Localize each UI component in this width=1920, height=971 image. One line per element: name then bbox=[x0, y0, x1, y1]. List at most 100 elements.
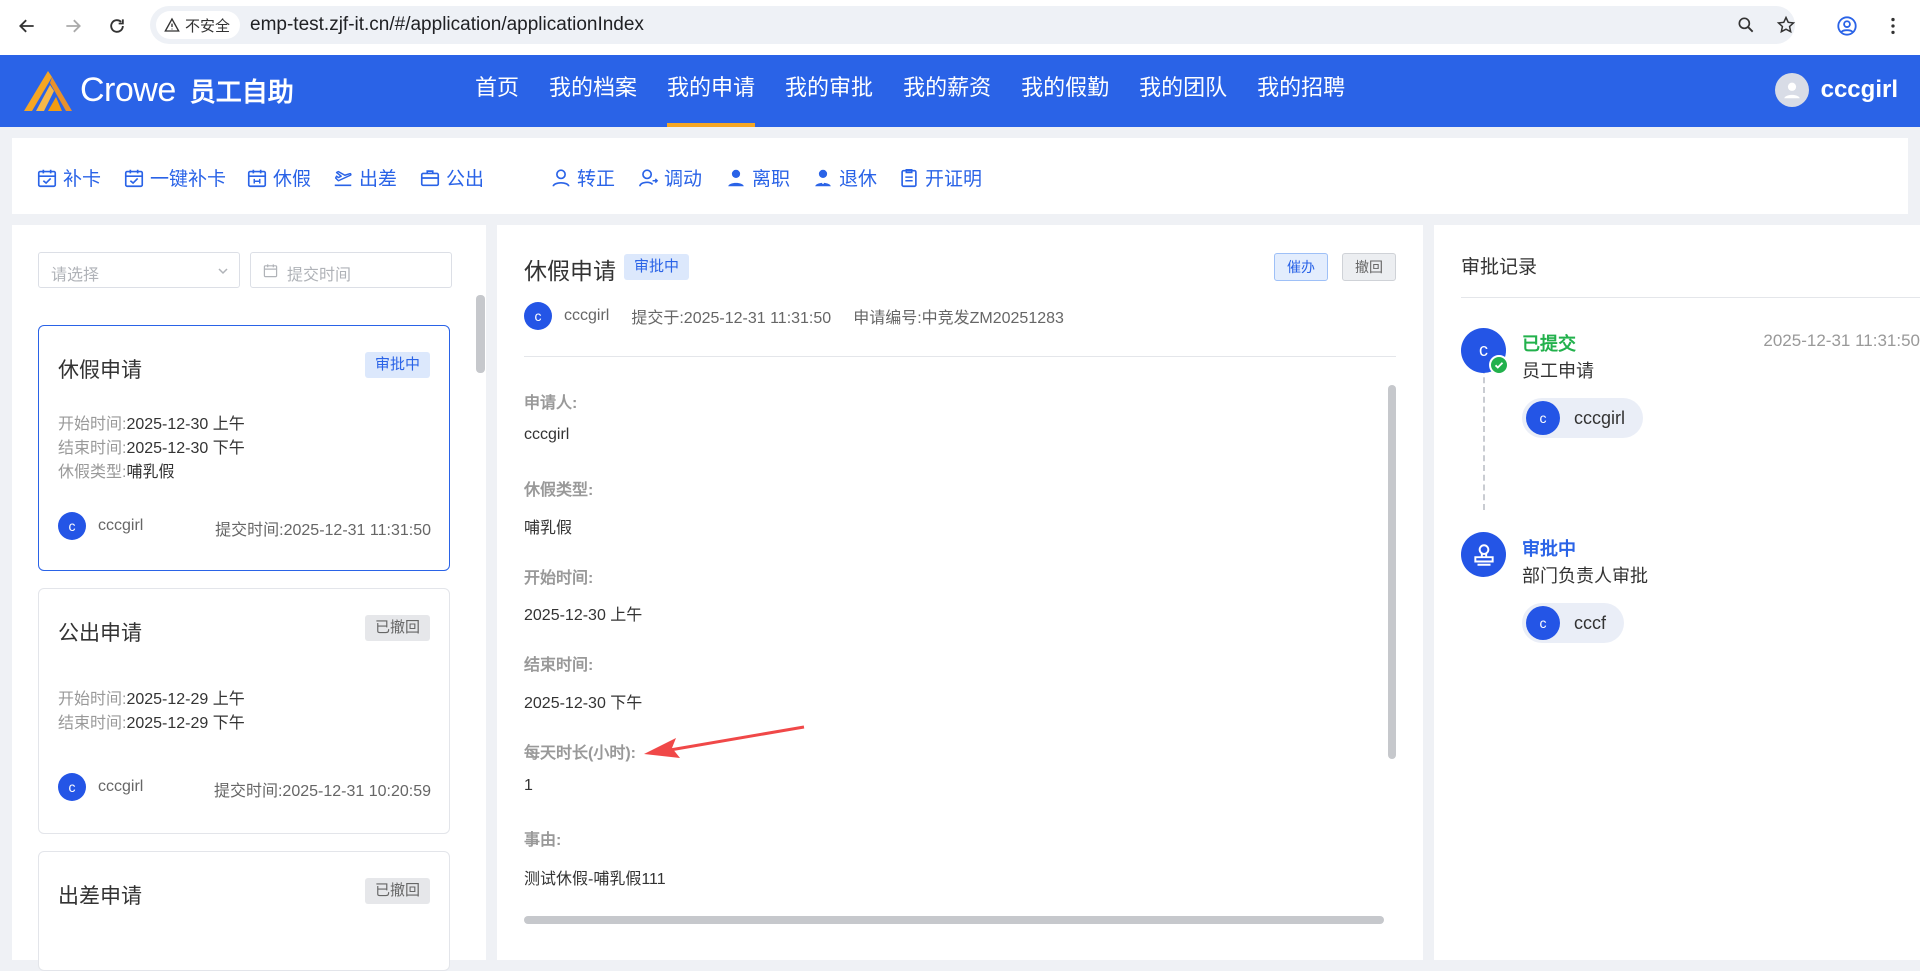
zoom-icon bbox=[1738, 17, 1754, 33]
toolbar-label: 一键补卡 bbox=[150, 169, 227, 190]
field-key: 开始时间: bbox=[58, 691, 127, 708]
field-value: 2025-12-29 上午 bbox=[126, 691, 245, 708]
nav-my-approvals[interactable]: 我的审批 bbox=[770, 55, 888, 127]
calendar-check-icon bbox=[124, 169, 144, 187]
field-key: 结束时间: bbox=[58, 440, 127, 457]
application-number: 申请编号:中竞发ZM20251283 bbox=[853, 310, 1064, 327]
toolbar-leave-button[interactable]: 休假 bbox=[246, 164, 311, 191]
plane-icon bbox=[334, 170, 352, 186]
field-label: 事由: bbox=[524, 832, 562, 849]
logo[interactable]: Crowe 员工自助 bbox=[22, 67, 294, 113]
field-value: 测试休假-哺乳假111 bbox=[524, 871, 666, 888]
field-label: 每天时长(小时): bbox=[524, 745, 636, 762]
toolbar-resignation-button[interactable]: 离职 bbox=[725, 164, 790, 191]
browser-toolbar: 不安全 emp-test.zjf-it.cn/#/application/app… bbox=[0, 0, 1920, 55]
card-field: 结束时间:2025-12-29 下午 bbox=[58, 709, 245, 733]
field-value: 哺乳假 bbox=[524, 520, 573, 537]
toolbar-label: 出差 bbox=[359, 169, 398, 190]
security-indicator[interactable]: 不安全 bbox=[156, 11, 241, 39]
detail-horizontal-scrollbar[interactable] bbox=[524, 916, 1384, 924]
status-badge: 审批中 bbox=[365, 352, 431, 378]
nav-my-applications[interactable]: 我的申请 bbox=[652, 55, 770, 127]
application-card[interactable]: 公出申请 已撤回 开始时间:2025-12-29 上午 结束时间:2025-12… bbox=[38, 588, 450, 834]
application-list-panel: 请选择 提交时间 休假申请 审批中 开始时间:2025-12-30 上午 结束时… bbox=[12, 225, 486, 971]
toolbar-buka-button[interactable]: 补卡 bbox=[36, 164, 101, 191]
nav-home[interactable]: 首页 bbox=[460, 55, 534, 127]
field-value: 2025-12-30 下午 bbox=[126, 440, 245, 457]
field-value: 2025-12-30 上午 bbox=[524, 607, 643, 624]
card-field: 结束时间:2025-12-30 下午 bbox=[58, 434, 245, 458]
profile-button[interactable] bbox=[1833, 12, 1861, 40]
submit-date-picker[interactable]: 提交时间 bbox=[250, 252, 452, 288]
back-arrow-icon bbox=[19, 19, 34, 33]
card-user: c cccgirl bbox=[58, 773, 143, 801]
step-status: 已提交 bbox=[1522, 334, 1576, 354]
submit-time: 提交时间:2025-12-31 10:20:59 bbox=[214, 777, 431, 801]
card-title: 休假申请 bbox=[58, 359, 142, 382]
step-status: 审批中 bbox=[1522, 539, 1576, 559]
divider bbox=[524, 356, 1396, 357]
browser-menu-button[interactable] bbox=[1879, 12, 1907, 40]
status-select-placeholder: 请选择 bbox=[51, 267, 100, 284]
nav-my-salary[interactable]: 我的薪资 bbox=[888, 55, 1006, 127]
nav-my-team[interactable]: 我的团队 bbox=[1124, 55, 1242, 127]
card-field: 开始时间:2025-12-30 上午 bbox=[58, 410, 245, 434]
revoke-button[interactable]: 撤回 bbox=[1342, 253, 1396, 281]
toolbar-certificate-button[interactable]: 开证明 bbox=[898, 164, 982, 191]
forward-button[interactable] bbox=[59, 12, 87, 40]
approver-chip: c cccgirl bbox=[1522, 398, 1644, 438]
toolbar-label: 补卡 bbox=[63, 169, 102, 190]
toolbar-one-click-buka-button[interactable]: 一键补卡 bbox=[123, 164, 226, 191]
toolbar-official-out-button[interactable]: 公出 bbox=[419, 164, 484, 191]
step-avatar bbox=[1461, 532, 1506, 577]
status-select[interactable]: 请选择 bbox=[38, 252, 240, 288]
application-detail-panel: 休假申请 审批中 催办 撤回 c cccgirl 提交于:2025-12-31 … bbox=[497, 225, 1423, 960]
reload-button[interactable] bbox=[103, 12, 131, 40]
zoom-button[interactable] bbox=[1732, 11, 1760, 39]
avatar: c bbox=[1526, 401, 1560, 435]
back-button[interactable] bbox=[13, 12, 41, 40]
user-silhouette-icon bbox=[1783, 82, 1800, 99]
address-bar[interactable]: 不安全 emp-test.zjf-it.cn/#/application/app… bbox=[150, 6, 1796, 44]
nav-my-attendance[interactable]: 我的假勤 bbox=[1006, 55, 1124, 127]
user-transfer-icon bbox=[638, 168, 659, 187]
user-menu[interactable]: cccgirl bbox=[1774, 73, 1898, 107]
toolbar-transfer-button[interactable]: 调动 bbox=[637, 164, 702, 191]
bookmark-button[interactable] bbox=[1772, 11, 1800, 39]
urge-button[interactable]: 催办 bbox=[1274, 253, 1328, 281]
check-icon bbox=[1489, 355, 1509, 375]
toolbar-label: 休假 bbox=[273, 169, 312, 190]
field-value: 1 bbox=[524, 777, 533, 794]
field-value: 哺乳假 bbox=[126, 464, 175, 481]
toolbar-retirement-button[interactable]: 退休 bbox=[812, 164, 877, 191]
status-badge: 审批中 bbox=[624, 254, 690, 280]
toolbar-regularization-button[interactable]: 转正 bbox=[550, 164, 615, 191]
detail-vertical-scrollbar[interactable] bbox=[1388, 385, 1396, 759]
calendar-check-icon bbox=[37, 169, 57, 187]
approver-chip: c cccf bbox=[1522, 603, 1625, 643]
list-scrollbar[interactable] bbox=[476, 295, 485, 373]
step-node: 部门负责人审批 bbox=[1522, 566, 1648, 586]
account-circle-icon bbox=[1837, 16, 1857, 36]
more-vertical-icon bbox=[1891, 17, 1895, 35]
annotation-arrow-icon bbox=[644, 725, 805, 758]
card-user: c cccgirl bbox=[58, 512, 143, 540]
user-name: cccgirl bbox=[98, 517, 144, 534]
document-icon bbox=[901, 168, 917, 187]
application-card[interactable]: 休假申请 审批中 开始时间:2025-12-30 上午 结束时间:2025-12… bbox=[38, 325, 450, 571]
field-value: 2025-12-29 下午 bbox=[126, 715, 245, 732]
status-badge: 已撤回 bbox=[365, 615, 431, 641]
status-badge: 已撤回 bbox=[365, 878, 431, 904]
nav-my-recruitment[interactable]: 我的招聘 bbox=[1242, 55, 1360, 127]
nav-profile[interactable]: 我的档案 bbox=[534, 55, 652, 127]
user-retire-icon bbox=[815, 169, 831, 186]
card-title: 出差申请 bbox=[58, 885, 142, 908]
field-value: cccgirl bbox=[524, 426, 570, 443]
toolbar-business-trip-button[interactable]: 出差 bbox=[332, 164, 397, 191]
submit-time-label: 提交时间: bbox=[213, 783, 283, 800]
url-text[interactable]: emp-test.zjf-it.cn/#/application/applica… bbox=[250, 14, 644, 36]
application-card[interactable]: 出差申请 已撤回 bbox=[38, 851, 450, 971]
toolbar-label: 公出 bbox=[446, 169, 485, 190]
card-title: 公出申请 bbox=[58, 622, 142, 645]
card-field: 开始时间:2025-12-29 上午 bbox=[58, 685, 245, 709]
